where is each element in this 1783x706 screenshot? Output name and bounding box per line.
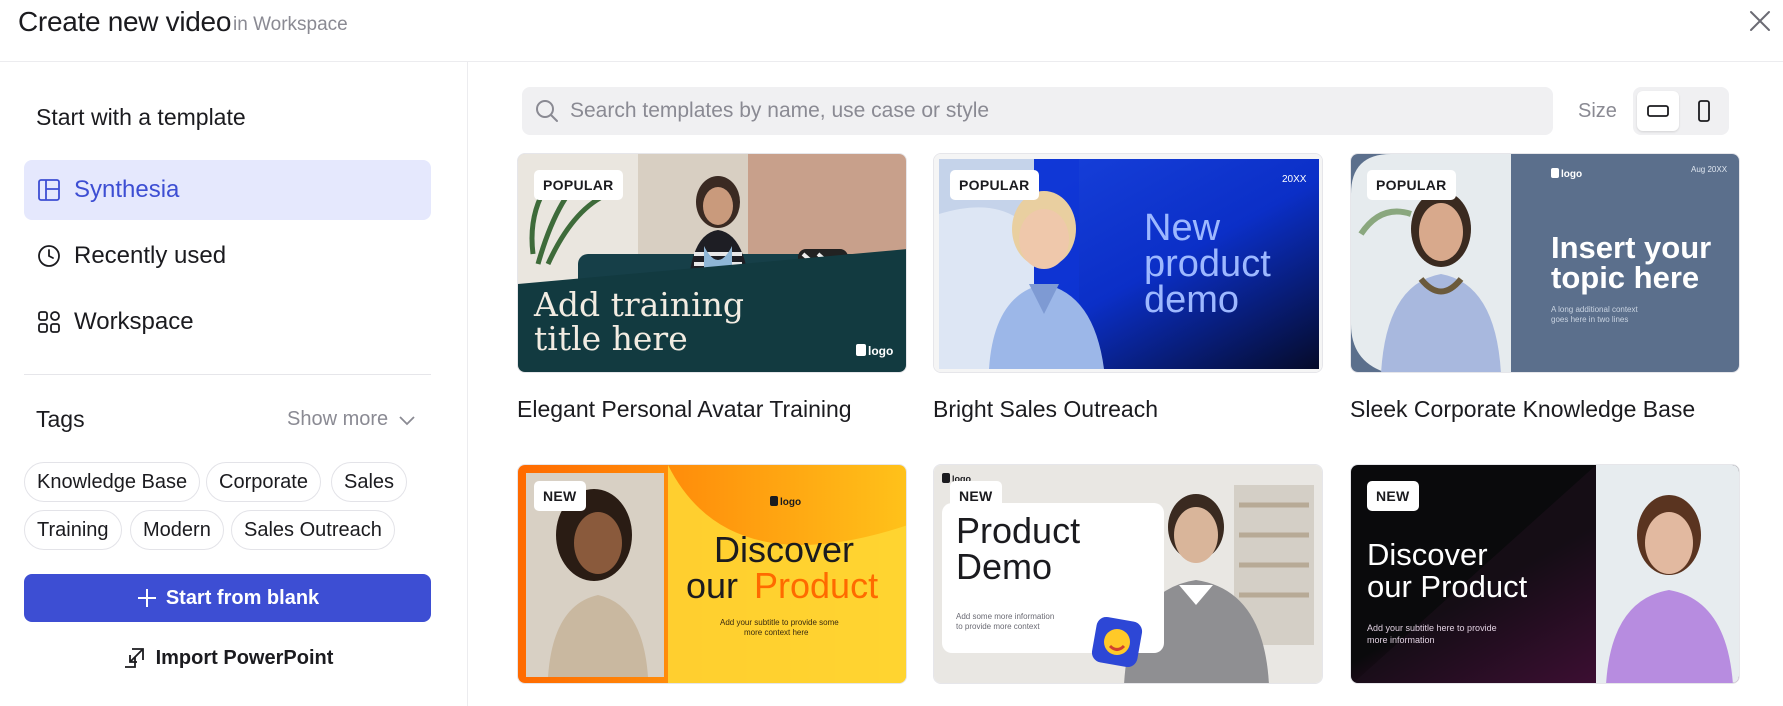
nav-item-synthesia[interactable]: Synthesia xyxy=(24,160,431,220)
thumb-text-line: Product xyxy=(754,565,878,606)
template-thumbnail: logo Aug 20XX Insert your topic here A l… xyxy=(1350,153,1740,373)
start-from-blank-label: Start from blank xyxy=(165,586,320,609)
tags-heading: Tags xyxy=(36,406,85,432)
thumb-text-line: Demo xyxy=(956,546,1052,587)
thumb-small-text: to provide more context xyxy=(956,622,1040,631)
template-card-bright-sales-outreach[interactable]: 20XX New product demo POPULAR Bright Sal… xyxy=(933,153,1323,422)
thumb-logo: logo xyxy=(780,497,801,508)
grid-icon xyxy=(36,309,62,335)
size-landscape-button[interactable] xyxy=(1637,91,1679,131)
template-card-product-demo[interactable]: logo Product Demo Add some more informat… xyxy=(933,464,1323,684)
sidebar-divider xyxy=(24,374,431,375)
landscape-icon xyxy=(1647,105,1669,117)
layout-icon xyxy=(36,177,62,203)
template-title: Sleek Corporate Knowledge Base xyxy=(1350,396,1696,422)
dialog-subtitle: in Workspace xyxy=(233,14,348,35)
thumb-text-line: Discover xyxy=(1367,537,1488,572)
search-input[interactable] xyxy=(570,99,1530,123)
template-thumbnail: 20XX New product demo POPULAR xyxy=(933,153,1323,373)
sidebar-heading: Start with a template xyxy=(36,104,246,130)
template-badge: NEW xyxy=(534,481,586,511)
template-thumbnail: logo Discover our Product Add your subti… xyxy=(517,464,907,684)
close-icon xyxy=(1750,11,1770,31)
thumb-text-line: Product xyxy=(956,510,1080,551)
tag-sales[interactable]: Sales xyxy=(331,462,408,502)
dialog-header: Create new video in Workspace xyxy=(0,0,1783,62)
tag-sales-outreach[interactable]: Sales Outreach xyxy=(231,510,395,550)
start-from-blank-button[interactable]: Start from blank xyxy=(24,574,431,622)
import-powerpoint-button[interactable]: Import PowerPoint xyxy=(24,638,431,678)
template-thumbnail: logo Product Demo Add some more informat… xyxy=(933,464,1323,684)
thumb-text-line: our xyxy=(686,565,738,606)
thumb-corner-text: Aug 20XX xyxy=(1691,165,1728,174)
show-more-label: Show more xyxy=(287,408,389,430)
template-title: Bright Sales Outreach xyxy=(933,396,1159,422)
thumb-text-line: topic here xyxy=(1551,260,1699,295)
size-label: Size xyxy=(1578,100,1617,122)
template-badge: POPULAR xyxy=(534,170,623,200)
portrait-icon xyxy=(1698,100,1710,122)
thumb-logo: logo xyxy=(1561,169,1582,180)
search-bar xyxy=(522,87,1553,135)
thumb-text-line: title here xyxy=(534,319,688,358)
tag-modern[interactable]: Modern xyxy=(130,510,224,550)
template-card-sleek-corporate-knowledge-base[interactable]: logo Aug 20XX Insert your topic here A l… xyxy=(1350,153,1740,422)
search-icon xyxy=(536,100,558,122)
show-more-button[interactable]: Show more xyxy=(287,408,416,431)
template-card-discover-our-product[interactable]: logo Discover our Product Add your subti… xyxy=(517,464,907,684)
nav-item-workspace[interactable]: Workspace xyxy=(24,292,431,352)
thumb-corner-text: 20XX xyxy=(1282,174,1307,185)
template-badge: NEW xyxy=(950,481,1002,511)
tag-training[interactable]: Training xyxy=(24,510,122,550)
template-thumbnail: Add training title here logo POPULAR xyxy=(517,153,907,373)
thumb-text-line: Discover xyxy=(714,529,854,570)
plus-icon xyxy=(137,589,156,607)
nav-item-label: Recently used xyxy=(74,242,227,269)
template-thumbnail: Discover our Product Add your subtitle h… xyxy=(1350,464,1740,684)
dialog-title: Create new video xyxy=(18,6,232,37)
tag-knowledge-base[interactable]: Knowledge Base xyxy=(24,462,201,502)
size-portrait-button[interactable] xyxy=(1683,91,1725,131)
thumb-small-text: more information xyxy=(1367,635,1435,645)
size-toggle xyxy=(1633,87,1729,135)
thumb-small-text: more context here xyxy=(744,628,809,637)
nav-item-label: Workspace xyxy=(74,308,194,335)
nav-item-label: Synthesia xyxy=(74,176,180,203)
template-card-elegant-personal-avatar-training[interactable]: Add training title here logo POPULAR Ele… xyxy=(517,153,907,422)
thumb-text-line: demo xyxy=(1144,279,1239,321)
thumb-small-text: A long additional context xyxy=(1551,305,1639,314)
thumb-small-text: Add your subtitle here to provide xyxy=(1367,623,1497,633)
template-card-discover-our-product-dark[interactable]: Discover our Product Add your subtitle h… xyxy=(1350,464,1740,684)
sidebar: Start with a template Synthesia Recently… xyxy=(0,62,468,706)
thumb-small-text: goes here in two lines xyxy=(1551,315,1628,324)
close-button[interactable] xyxy=(1747,8,1773,34)
template-badge: POPULAR xyxy=(950,170,1039,200)
import-powerpoint-label: Import PowerPoint xyxy=(155,646,334,669)
nav-item-recently-used[interactable]: Recently used xyxy=(24,226,431,286)
clock-icon xyxy=(36,243,62,269)
thumb-logo: logo xyxy=(868,344,893,358)
chevron-down-icon xyxy=(399,415,415,425)
thumb-text-line: our Product xyxy=(1367,569,1528,604)
import-icon xyxy=(124,648,144,668)
template-title: Elegant Personal Avatar Training xyxy=(517,396,852,422)
template-badge: POPULAR xyxy=(1367,170,1456,200)
thumb-small-text: Add your subtitle to provide some xyxy=(720,618,839,627)
tag-corporate[interactable]: Corporate xyxy=(206,462,321,502)
template-badge: NEW xyxy=(1367,481,1419,511)
thumb-small-text: Add some more information xyxy=(956,612,1054,621)
